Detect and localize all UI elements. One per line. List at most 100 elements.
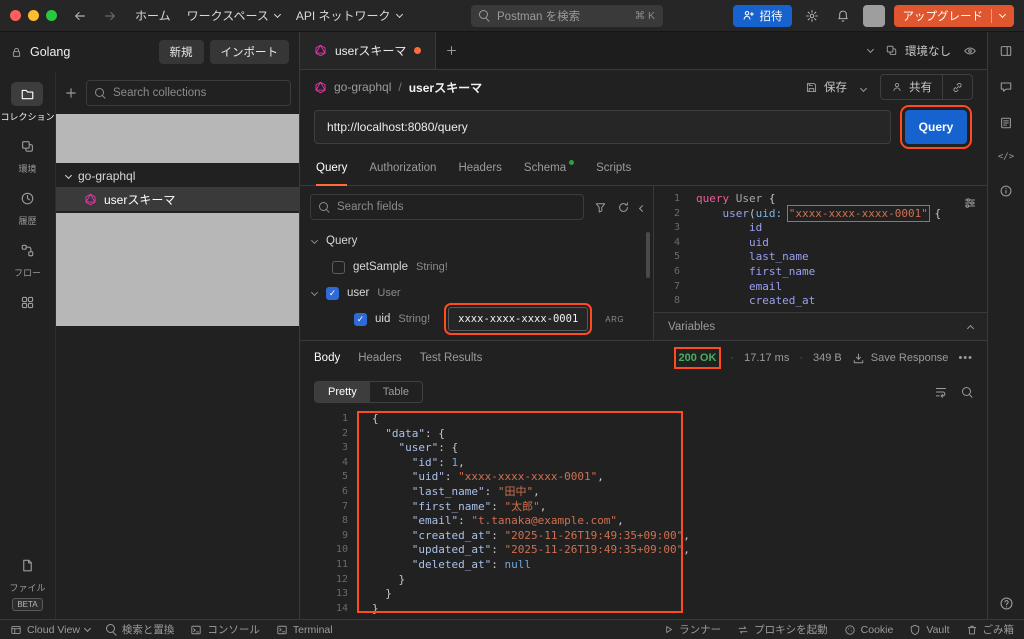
help-icon[interactable] (999, 596, 1014, 611)
info-icon[interactable] (999, 184, 1013, 198)
uid-value-input[interactable]: xxxx-xxxx-xxxx-0001 (444, 303, 593, 335)
field-user[interactable]: user User (310, 280, 645, 306)
sidebar-item-history[interactable]: 履歴 (12, 186, 44, 227)
start-proxy-button[interactable]: プロキシを起動 (737, 622, 828, 637)
nav-home[interactable]: ホーム (135, 7, 171, 24)
documentation-icon[interactable] (999, 116, 1013, 130)
filter-icon[interactable] (594, 201, 607, 214)
workspace-name[interactable]: Golang (30, 45, 70, 59)
nav-api-network[interactable]: API ネットワーク (296, 7, 403, 24)
scrollbar[interactable] (646, 232, 650, 278)
save-options-chevron[interactable] (857, 80, 870, 94)
arg-uid[interactable]: uid String! xxxx-xxxx-xxxx-0001 ARG (310, 303, 645, 335)
getsample-checkbox[interactable] (332, 260, 345, 274)
link-icon[interactable] (943, 81, 972, 94)
find-replace-button[interactable]: 検索と置換 (105, 622, 174, 637)
more-actions-button[interactable]: ••• (958, 352, 973, 364)
zoom-window-button[interactable] (46, 10, 57, 21)
global-search-input[interactable]: Postman を検索 ⌘ K (471, 4, 664, 27)
tab-headers[interactable]: Headers (458, 150, 501, 185)
tab-schema[interactable]: Schema (524, 150, 575, 185)
sidebar-item-more[interactable] (12, 290, 44, 314)
uid-checkbox[interactable] (354, 312, 367, 326)
upgrade-button[interactable]: アップグレード (893, 4, 1014, 27)
cloud-view-button[interactable]: Cloud View (10, 624, 91, 636)
refresh-icon[interactable] (617, 201, 630, 214)
chevron-down-icon (273, 10, 281, 19)
tab-scripts[interactable]: Scripts (596, 150, 631, 185)
code-snippet-icon[interactable]: </> (998, 152, 1014, 162)
prettify-icon[interactable] (963, 196, 977, 210)
nav-workspaces[interactable]: ワークスペース (187, 7, 281, 24)
response-tab-headers[interactable]: Headers (358, 352, 401, 364)
view-pretty[interactable]: Pretty (315, 382, 370, 402)
expand-chevron-icon (64, 171, 73, 179)
close-window-button[interactable] (10, 10, 21, 21)
view-table[interactable]: Table (370, 382, 422, 402)
start-proxy-label: プロキシを起動 (754, 624, 828, 636)
panel-layout-icon[interactable] (999, 44, 1013, 58)
vault-button[interactable]: Vault (909, 624, 950, 636)
runner-button[interactable]: ランナー (663, 622, 721, 637)
search-response-icon[interactable] (962, 386, 973, 398)
collections-header: Search collections (56, 72, 299, 112)
response-body[interactable]: 1{2 "data": {3 "user": {4 "id": 1, 5 "uid… (300, 409, 987, 619)
sidebar-item-flows[interactable]: フロー (12, 238, 44, 279)
avatar[interactable] (862, 4, 885, 27)
cookies-button[interactable]: Cookie (844, 624, 893, 636)
share-button[interactable]: 共有 (881, 79, 942, 95)
invite-button[interactable]: 招待 (732, 4, 792, 27)
terminal-label: Terminal (292, 623, 333, 636)
back-icon[interactable] (69, 5, 91, 27)
search-fields-input[interactable]: Search fields (310, 194, 584, 220)
console-button[interactable]: コンソール (190, 622, 260, 637)
user-checkbox[interactable] (326, 286, 339, 300)
settings-gear-icon[interactable] (801, 5, 823, 27)
save-label: 保存 (824, 82, 847, 94)
import-button[interactable]: インポート (209, 40, 289, 64)
terminal-button[interactable]: Terminal (276, 624, 333, 636)
field-getsample[interactable]: getSample String! (310, 254, 645, 280)
add-collection-button[interactable] (64, 86, 78, 100)
view-toggle: Pretty Table (314, 381, 424, 403)
separator-dot (730, 352, 734, 364)
tab-authorization[interactable]: Authorization (369, 150, 436, 185)
breadcrumb-collection[interactable]: go-graphql (334, 80, 391, 94)
chevron-down-icon (998, 10, 1007, 19)
notifications-bell-icon[interactable] (832, 5, 854, 27)
tab-user-schema[interactable]: userスキーマ (300, 32, 437, 69)
trash-button[interactable]: ごみ箱 (966, 622, 1014, 637)
search-fields-placeholder: Search fields (337, 201, 404, 213)
environment-selector[interactable]: 環境なし (885, 43, 951, 59)
query-send-button[interactable]: Query (900, 105, 972, 149)
graphql-editor[interactable]: 1 query User {2 user(uid: "xxxx-xxxx-xxxx… (654, 186, 987, 312)
status-bar: Cloud View 検索と置換 コンソール Terminal ランナー プロキ… (0, 619, 1024, 639)
collection-go-graphql[interactable]: go-graphql (56, 165, 299, 187)
response-tab-body[interactable]: Body (314, 352, 340, 364)
sidebar-item-environments[interactable]: 環境 (12, 134, 44, 175)
expand-chevron-icon[interactable] (310, 236, 318, 244)
expand-chevron-icon[interactable] (310, 288, 318, 296)
environment-quick-look-icon[interactable] (963, 44, 977, 58)
request-workspace: userスキーマ 環境なし go-graphql use (300, 32, 988, 619)
variables-section[interactable]: Variables (654, 312, 987, 340)
collapse-panel-icon[interactable] (638, 200, 647, 214)
query-root-node[interactable]: Query (310, 228, 645, 254)
save-response-button[interactable]: Save Response (852, 352, 948, 365)
wrap-lines-icon[interactable] (934, 385, 948, 399)
url-input[interactable]: http://localhost:8080/query (314, 110, 891, 144)
sidebar-item-collections[interactable]: コレクション (0, 82, 55, 123)
collections-search-input[interactable]: Search collections (86, 80, 291, 106)
forward-icon[interactable] (99, 5, 121, 27)
save-button[interactable]: 保存 (805, 79, 847, 95)
request-user-schema[interactable]: userスキーマ (56, 187, 299, 211)
minimize-window-button[interactable] (28, 10, 39, 21)
chevron-down-icon[interactable] (866, 45, 875, 54)
comments-icon[interactable] (999, 80, 1013, 94)
response-tab-test-results[interactable]: Test Results (420, 352, 483, 364)
search-placeholder: Postman を検索 (497, 10, 581, 23)
new-button[interactable]: 新規 (158, 40, 204, 64)
tab-query[interactable]: Query (316, 150, 348, 186)
sidebar-item-files[interactable]: ファイル BETA (9, 553, 46, 611)
new-tab-button[interactable] (436, 32, 466, 69)
